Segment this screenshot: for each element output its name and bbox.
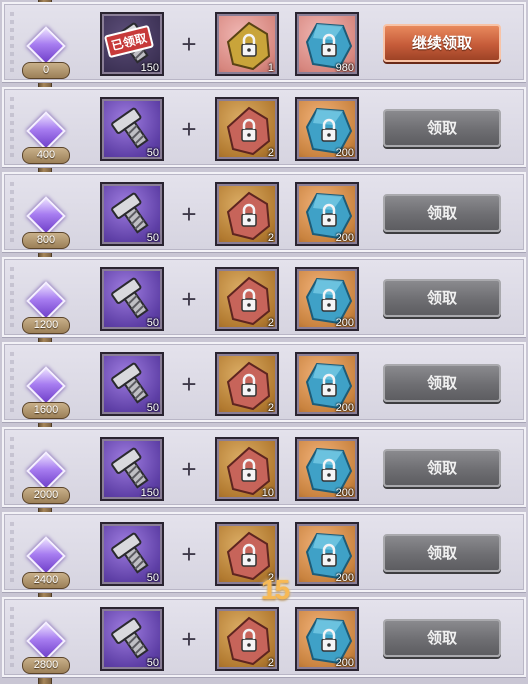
shard-quantity: 2 (267, 402, 274, 414)
reward-slot-shard[interactable]: 10 (215, 437, 279, 501)
bolt-quantity: 50 (146, 657, 159, 669)
shard-quantity: 2 (267, 657, 274, 669)
milestone-threshold: 2000 (22, 487, 70, 504)
claim-button[interactable]: 领取 (383, 619, 501, 657)
bolt-quantity: 50 (146, 572, 159, 584)
reward-slot-crystal[interactable]: 200 (295, 97, 359, 161)
claim-button[interactable]: 领取 (383, 109, 501, 147)
bolt-quantity: 50 (146, 317, 159, 329)
bolt-quantity: 150 (140, 487, 159, 499)
reward-slot-shard[interactable]: 1 (215, 12, 279, 76)
bolt-quantity: 150 (140, 62, 159, 74)
milestone-threshold: 800 (22, 232, 70, 249)
reward-slot-shard[interactable]: 2 (215, 352, 279, 416)
claim-button[interactable]: 领取 (383, 534, 501, 572)
plus-sign: + (181, 369, 197, 399)
plus-sign: + (181, 29, 197, 59)
shard-quantity: 2 (267, 232, 274, 244)
shard-quantity: 1 (267, 62, 274, 74)
reward-slot-crystal[interactable]: 200 (295, 182, 359, 246)
reward-slot-shard[interactable]: 2 (215, 182, 279, 246)
reward-slot-bolt[interactable]: 50 (100, 97, 164, 161)
crystal-quantity: 980 (335, 62, 354, 74)
shard-quantity: 2 (267, 317, 274, 329)
plus-sign: + (181, 284, 197, 314)
crystal-quantity: 200 (335, 232, 354, 244)
shard-quantity: 10 (261, 487, 274, 499)
reward-slot-crystal[interactable]: 200 (295, 437, 359, 501)
combo-counter: 15 (261, 574, 290, 605)
milestone-threshold: 400 (22, 147, 70, 164)
reward-slot-bolt[interactable]: 50 (100, 607, 164, 671)
reward-slot-shard[interactable]: 2 (215, 267, 279, 331)
plus-sign: + (181, 624, 197, 654)
claim-button[interactable]: 领取 (383, 194, 501, 232)
plus-sign: + (181, 539, 197, 569)
milestone-threshold: 1200 (22, 317, 70, 334)
claim-button[interactable]: 领取 (383, 279, 501, 317)
reward-slot-shard[interactable]: 2 (215, 607, 279, 671)
crystal-quantity: 200 (335, 402, 354, 414)
reward-slot-bolt[interactable]: 150 已领取 (100, 12, 164, 76)
plus-sign: + (181, 114, 197, 144)
reward-slot-bolt[interactable]: 50 (100, 182, 164, 246)
milestone-threshold: 1600 (22, 402, 70, 419)
reward-slot-crystal[interactable]: 200 (295, 522, 359, 586)
crystal-quantity: 200 (335, 657, 354, 669)
continue-claim-button[interactable]: 继续领取 (383, 24, 501, 62)
milestone-threshold: 2400 (22, 572, 70, 589)
crystal-quantity: 200 (335, 147, 354, 159)
claim-button[interactable]: 领取 (383, 364, 501, 402)
shard-quantity: 2 (267, 147, 274, 159)
reward-slot-crystal[interactable]: 980 (295, 12, 359, 76)
reward-slot-bolt[interactable]: 50 (100, 522, 164, 586)
bolt-quantity: 50 (146, 402, 159, 414)
milestone-threshold: 2800 (22, 657, 70, 674)
crystal-quantity: 200 (335, 572, 354, 584)
plus-sign: + (181, 454, 197, 484)
milestone-threshold: 0 (22, 62, 70, 79)
reward-slot-bolt[interactable]: 150 (100, 437, 164, 501)
plus-sign: + (181, 199, 197, 229)
bolt-quantity: 50 (146, 147, 159, 159)
reward-slot-bolt[interactable]: 50 (100, 352, 164, 416)
reward-slot-bolt[interactable]: 50 (100, 267, 164, 331)
reward-slot-shard[interactable]: 2 (215, 97, 279, 161)
claim-button[interactable]: 领取 (383, 449, 501, 487)
bolt-quantity: 50 (146, 232, 159, 244)
reward-slot-crystal[interactable]: 200 (295, 267, 359, 331)
reward-slot-crystal[interactable]: 200 (295, 607, 359, 671)
crystal-quantity: 200 (335, 317, 354, 329)
reward-slot-crystal[interactable]: 200 (295, 352, 359, 416)
crystal-quantity: 200 (335, 487, 354, 499)
